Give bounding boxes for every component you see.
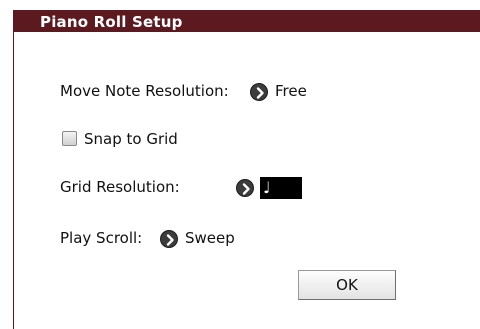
move-note-resolution-value[interactable]: Free bbox=[275, 82, 307, 100]
grid-resolution-value[interactable]: ♩ bbox=[260, 177, 302, 199]
quarter-note-value: ♩ bbox=[263, 178, 271, 197]
play-scroll-select-button[interactable] bbox=[160, 230, 178, 248]
move-note-resolution-label: Move Note Resolution: bbox=[60, 82, 229, 100]
piano-roll-setup-dialog: Piano Roll Setup Move Note Resolution: F… bbox=[13, 10, 480, 329]
snap-to-grid-label[interactable]: Snap to Grid bbox=[84, 130, 178, 148]
move-note-resolution-select-button[interactable] bbox=[250, 83, 268, 101]
right-arrow-circle-icon bbox=[242, 183, 250, 195]
right-arrow-circle-icon bbox=[256, 87, 264, 99]
grid-resolution-label: Grid Resolution: bbox=[60, 178, 180, 196]
snap-to-grid-checkbox[interactable] bbox=[62, 131, 77, 146]
ok-button[interactable]: OK bbox=[298, 270, 396, 300]
grid-resolution-select-button[interactable] bbox=[236, 179, 254, 197]
play-scroll-value[interactable]: Sweep bbox=[185, 229, 235, 247]
play-scroll-label: Play Scroll: bbox=[60, 229, 143, 247]
right-arrow-circle-icon bbox=[166, 234, 174, 246]
dialog-title: Piano Roll Setup bbox=[40, 13, 183, 31]
dialog-titlebar: Piano Roll Setup bbox=[14, 10, 480, 32]
